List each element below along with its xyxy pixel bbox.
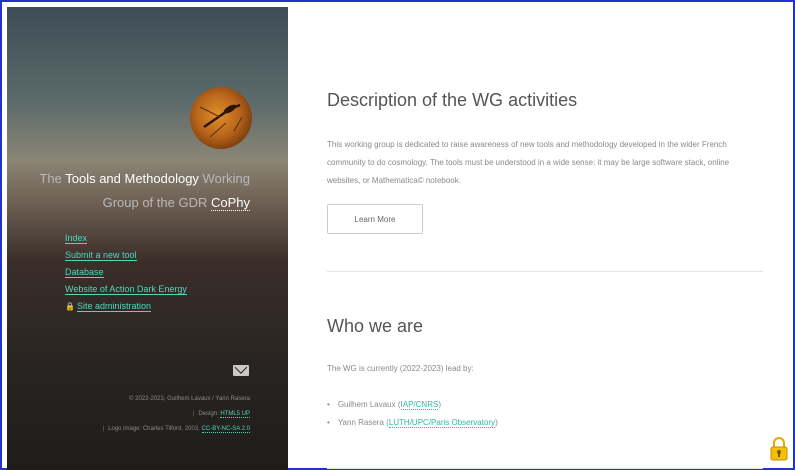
list-item: Yann Rasera (LUTH/UPC/Paris Observatory) xyxy=(327,414,498,432)
credits-design: | Design: HTML5 UP xyxy=(192,411,250,418)
section-title-who: Who we are xyxy=(327,316,424,336)
section-text-who: The WG is currently (2022-2023) lead by: xyxy=(327,364,474,373)
credits-copyright: © 2022-2023, Guilhem Lavaux / Yann Raser… xyxy=(129,396,250,402)
nav-item-admin: 🔒 Site administration xyxy=(65,298,187,315)
nav-item-dark-energy: Website of Action Dark Energy xyxy=(65,281,187,298)
members-list: Guilhem Lavaux (IAP/CNRS) Yann Rasera (L… xyxy=(327,396,498,432)
affiliation-link[interactable]: IAP/CNRS xyxy=(400,400,439,410)
sidebar-tagline: The Tools and Methodology Working Group … xyxy=(10,167,250,215)
sidebar: The Tools and Methodology Working Group … xyxy=(7,7,288,470)
member-name: Yann Rasera ( xyxy=(337,418,389,427)
html5up-link[interactable]: HTML5 UP xyxy=(220,411,250,418)
nav-link-site-admin[interactable]: Site administration xyxy=(76,301,152,312)
envelope-icon[interactable] xyxy=(233,365,249,376)
nav-link-dark-energy[interactable]: Website of Action Dark Energy xyxy=(65,284,187,295)
member-close: ) xyxy=(495,418,498,427)
sidebar-nav: Index Submit a new tool Database Website… xyxy=(65,230,187,315)
list-item: Guilhem Lavaux (IAP/CNRS) xyxy=(327,396,498,414)
padlock-icon[interactable] xyxy=(769,436,789,462)
divider xyxy=(327,468,763,469)
lock-icon: 🔒 xyxy=(65,302,75,311)
nav-link-database[interactable]: Database xyxy=(65,267,104,278)
divider xyxy=(327,271,763,272)
nav-item-database: Database xyxy=(65,264,187,281)
tagline-prefix: The xyxy=(39,171,66,186)
credits-logo-label: Logo image: Charles Tilford, 2003, xyxy=(108,426,202,432)
license-link[interactable]: CC-BY-NC-SA 2.0 xyxy=(201,426,250,433)
credits-logo: | Logo image: Charles Tilford, 2003, CC-B… xyxy=(102,426,250,433)
nav-item-index: Index xyxy=(65,230,187,247)
nav-link-index[interactable]: Index xyxy=(65,233,88,244)
cophy-link[interactable]: CoPhy xyxy=(210,195,250,211)
section-title-description: Description of the WG activities xyxy=(327,90,578,110)
member-name: Guilhem Lavaux ( xyxy=(337,400,401,409)
section-text-description: This working group is dedicated to raise… xyxy=(327,140,730,185)
avatar-logo xyxy=(190,87,252,149)
nav-link-submit-tool[interactable]: Submit a new tool xyxy=(65,250,137,261)
tagline-highlight: Tools and Methodology xyxy=(65,171,199,186)
credits-design-label: Design: xyxy=(198,411,221,417)
affiliation-link[interactable]: LUTH/UPC/Paris Observatory xyxy=(388,418,496,428)
nav-item-submit: Submit a new tool xyxy=(65,247,187,264)
credits: © 2022-2023, Guilhem Lavaux / Yann Raser… xyxy=(103,392,250,437)
learn-more-button[interactable]: Learn More xyxy=(327,204,423,234)
member-close: ) xyxy=(438,400,441,409)
